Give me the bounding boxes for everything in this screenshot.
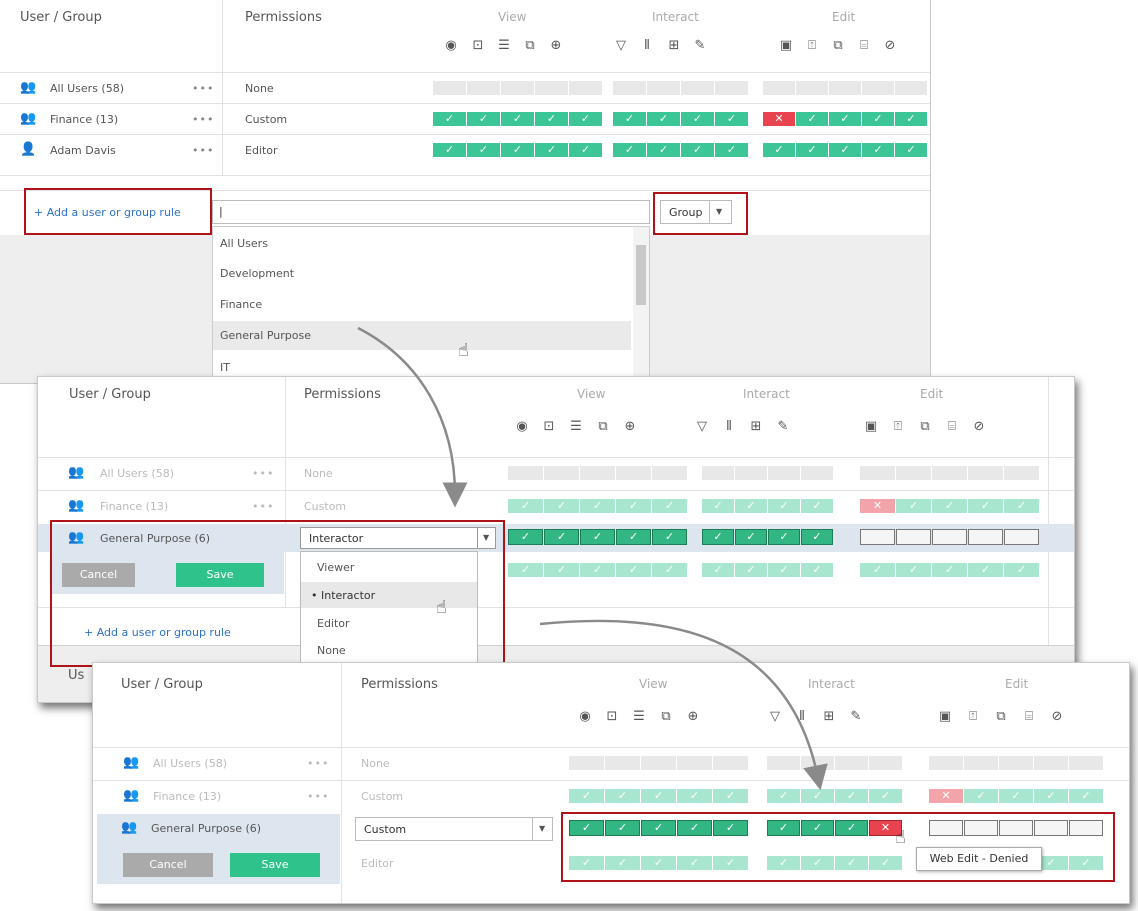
flow-arrow-1 — [357, 326, 468, 508]
flow-arrows — [357, 326, 828, 791]
flow-arrow-2 — [539, 619, 828, 791]
